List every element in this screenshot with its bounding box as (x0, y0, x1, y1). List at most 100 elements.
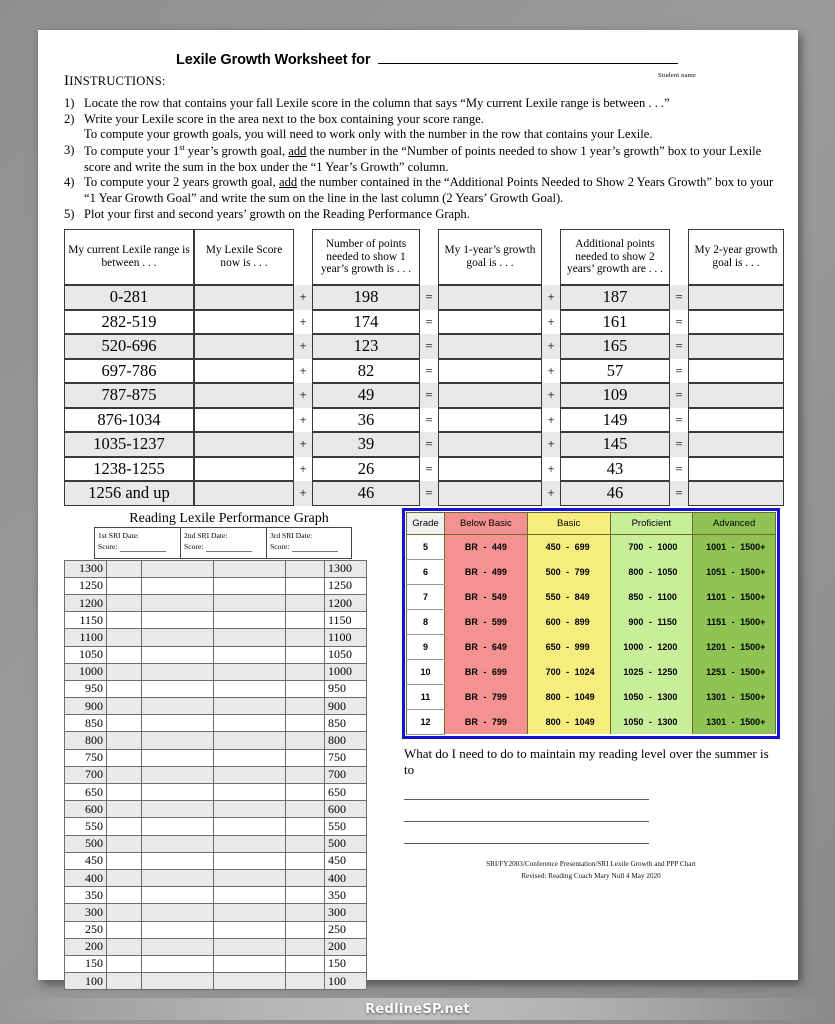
growth-goal-1yr-input[interactable] (438, 309, 542, 335)
scale-plot-cell[interactable] (106, 662, 142, 681)
scale-plot-cell[interactable] (213, 679, 286, 699)
growth-goal-1yr-input[interactable] (438, 334, 542, 359)
sri-score-blank[interactable] (120, 545, 167, 553)
scale-plot-cell[interactable] (285, 714, 325, 733)
sri-date-box[interactable]: 1st SRI Date: Score: (94, 526, 180, 559)
scale-plot-cell[interactable] (106, 611, 142, 630)
growth-score-input[interactable] (194, 334, 294, 359)
scale-plot-cell[interactable] (285, 765, 325, 785)
scale-plot-cell[interactable] (106, 972, 142, 991)
sri-score-blank[interactable] (206, 545, 253, 553)
scale-plot-cell[interactable] (106, 714, 142, 733)
scale-plot-cell[interactable] (106, 576, 142, 595)
scale-plot-cell[interactable] (285, 611, 325, 630)
growth-score-input[interactable] (194, 285, 294, 310)
scale-plot-cell[interactable] (213, 645, 286, 664)
scale-plot-cell[interactable] (141, 868, 214, 888)
growth-goal-1yr-input[interactable] (438, 383, 542, 408)
reflection-answer-line-3[interactable] (404, 822, 649, 845)
scale-plot-cell[interactable] (285, 886, 325, 905)
scale-plot-cell[interactable] (285, 972, 325, 991)
scale-plot-cell[interactable] (213, 800, 286, 819)
scale-plot-cell[interactable] (106, 800, 142, 819)
scale-plot-cell[interactable] (141, 697, 214, 716)
scale-plot-cell[interactable] (213, 834, 286, 853)
scale-plot-cell[interactable] (106, 679, 142, 699)
scale-plot-cell[interactable] (285, 834, 325, 853)
scale-plot-cell[interactable] (106, 834, 142, 853)
growth-goal-1yr-input[interactable] (438, 285, 542, 310)
scale-plot-cell[interactable] (106, 937, 142, 956)
growth-goal-2yr-input[interactable] (688, 309, 784, 335)
scale-plot-cell[interactable] (213, 765, 286, 785)
scale-plot-cell[interactable] (141, 937, 214, 956)
scale-plot-cell[interactable] (106, 954, 142, 974)
scale-plot-cell[interactable] (106, 628, 142, 647)
scale-plot-cell[interactable] (285, 731, 325, 750)
scale-plot-cell[interactable] (106, 886, 142, 905)
growth-goal-1yr-input[interactable] (438, 358, 542, 384)
scale-plot-cell[interactable] (213, 920, 286, 939)
scale-plot-cell[interactable] (106, 851, 142, 870)
scale-plot-cell[interactable] (141, 782, 214, 802)
scale-plot-cell[interactable] (213, 731, 286, 750)
scale-plot-cell[interactable] (285, 817, 325, 836)
growth-goal-1yr-input[interactable] (438, 481, 542, 506)
growth-goal-2yr-input[interactable] (688, 456, 784, 482)
scale-plot-cell[interactable] (106, 920, 142, 939)
scale-plot-cell[interactable] (285, 851, 325, 870)
growth-goal-2yr-input[interactable] (688, 285, 784, 310)
scale-plot-cell[interactable] (213, 817, 286, 836)
scale-plot-cell[interactable] (285, 662, 325, 681)
scale-plot-cell[interactable] (141, 851, 214, 870)
scale-plot-cell[interactable] (106, 731, 142, 750)
scale-plot-cell[interactable] (213, 576, 286, 595)
scale-plot-cell[interactable] (213, 628, 286, 647)
scale-plot-cell[interactable] (141, 679, 214, 699)
scale-plot-cell[interactable] (106, 903, 142, 922)
growth-score-input[interactable] (194, 481, 294, 506)
growth-goal-2yr-input[interactable] (688, 407, 784, 433)
scale-plot-cell[interactable] (213, 972, 286, 991)
scale-plot-cell[interactable] (213, 697, 286, 716)
scale-plot-cell[interactable] (141, 645, 214, 664)
scale-plot-cell[interactable] (141, 662, 214, 681)
sri-score-blank[interactable] (292, 545, 339, 553)
growth-goal-2yr-input[interactable] (688, 481, 784, 506)
scale-plot-cell[interactable] (141, 954, 214, 974)
scale-plot-cell[interactable] (285, 937, 325, 956)
student-name-blank[interactable] (378, 52, 679, 64)
scale-plot-cell[interactable] (213, 903, 286, 922)
scale-plot-cell[interactable] (213, 868, 286, 888)
scale-plot-cell[interactable] (285, 868, 325, 888)
growth-goal-1yr-input[interactable] (438, 456, 542, 482)
scale-plot-cell[interactable] (141, 800, 214, 819)
scale-plot-cell[interactable] (141, 886, 214, 905)
scale-plot-cell[interactable] (141, 593, 214, 613)
scale-plot-cell[interactable] (141, 576, 214, 595)
scale-plot-cell[interactable] (285, 628, 325, 647)
scale-plot-cell[interactable] (285, 559, 325, 578)
scale-plot-cell[interactable] (141, 628, 214, 647)
scale-plot-cell[interactable] (213, 954, 286, 974)
growth-goal-2yr-input[interactable] (688, 383, 784, 408)
scale-plot-cell[interactable] (141, 748, 214, 767)
scale-plot-cell[interactable] (106, 559, 142, 578)
scale-plot-cell[interactable] (141, 920, 214, 939)
growth-score-input[interactable] (194, 358, 294, 384)
growth-goal-1yr-input[interactable] (438, 432, 542, 457)
growth-score-input[interactable] (194, 407, 294, 433)
scale-plot-cell[interactable] (106, 765, 142, 785)
growth-score-input[interactable] (194, 432, 294, 457)
scale-plot-cell[interactable] (141, 765, 214, 785)
scale-plot-cell[interactable] (285, 903, 325, 922)
scale-plot-cell[interactable] (285, 679, 325, 699)
scale-plot-cell[interactable] (213, 851, 286, 870)
growth-goal-2yr-input[interactable] (688, 432, 784, 457)
growth-score-input[interactable] (194, 309, 294, 335)
growth-score-input[interactable] (194, 456, 294, 482)
scale-plot-cell[interactable] (141, 731, 214, 750)
scale-plot-cell[interactable] (106, 868, 142, 888)
scale-plot-cell[interactable] (141, 817, 214, 836)
scale-plot-cell[interactable] (213, 782, 286, 802)
